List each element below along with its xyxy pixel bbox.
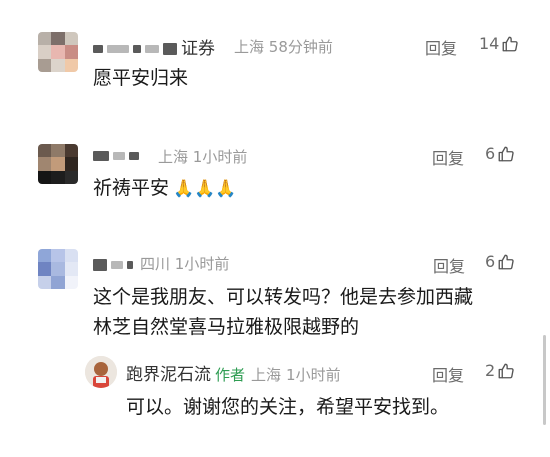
mosaic-cell — [38, 170, 52, 184]
thumbs-up-icon — [497, 253, 515, 271]
comment-content: 祈祷平安 🙏🙏🙏 — [93, 173, 237, 204]
mosaic-cell — [38, 249, 52, 263]
like-button[interactable]: 6 — [485, 252, 515, 271]
mosaic-cell — [38, 58, 52, 72]
commenter-name[interactable] — [93, 146, 143, 166]
reply-button[interactable]: 回复 — [432, 145, 464, 169]
mosaic-cell — [38, 144, 52, 158]
reply-location: 上海 — [251, 366, 282, 384]
comment-meta: 上海 58分钟前 — [234, 36, 333, 57]
avatar-mosaic — [38, 32, 78, 72]
comment-content: 这个是我朋友、可以转发吗？他是去参加西藏 林芝自然堂喜马拉雅极限越野的 — [93, 282, 473, 342]
mosaic-cell — [38, 32, 52, 46]
mosaic-cell — [38, 275, 52, 289]
mosaic-cell — [38, 262, 52, 276]
mosaic-cell — [64, 32, 78, 46]
author-name[interactable]: 跑界泥石流 — [126, 360, 211, 385]
comment-meta: 四川 1小时前 — [140, 253, 229, 274]
comment-location: 上海 — [234, 38, 265, 56]
reply-button[interactable]: 回复 — [433, 253, 465, 277]
comment-time: 58分钟前 — [268, 38, 333, 56]
avatar-mosaic — [38, 249, 78, 289]
like-count: 6 — [485, 144, 496, 163]
like-count: 6 — [485, 252, 496, 271]
mosaic-cell — [64, 58, 78, 72]
like-count: 14 — [479, 34, 500, 53]
author-avatar-image — [85, 356, 117, 388]
thumbs-up-icon — [497, 145, 515, 163]
mosaic-cell — [64, 45, 78, 59]
comment-location: 四川 — [140, 255, 171, 273]
comment-text: 祈祷平安 — [93, 177, 170, 199]
mosaic-cell — [51, 170, 65, 184]
commenter-name[interactable] — [93, 255, 137, 275]
mosaic-cell — [51, 275, 65, 289]
author-avatar[interactable] — [85, 356, 117, 388]
mosaic-cell — [64, 262, 78, 276]
thumbs-up-icon — [497, 362, 515, 380]
mosaic-cell — [51, 45, 65, 59]
reply-button[interactable]: 回复 — [425, 35, 457, 59]
mosaic-cell — [64, 144, 78, 158]
avatar[interactable] — [38, 144, 78, 184]
mosaic-cell — [38, 157, 52, 171]
thumbs-up-icon — [501, 35, 519, 53]
scrollbar[interactable] — [543, 335, 546, 425]
comment-time: 1小时前 — [174, 255, 230, 273]
mosaic-cell — [51, 144, 65, 158]
comment-text-line: 这个是我朋友、可以转发吗？他是去参加西藏 — [93, 286, 474, 308]
reply-time: 1小时前 — [286, 366, 341, 384]
mosaic-cell — [51, 32, 65, 46]
avatar[interactable] — [38, 32, 78, 72]
like-button[interactable]: 2 — [485, 361, 515, 380]
mosaic-cell — [51, 249, 65, 263]
comment-location: 上海 — [158, 148, 189, 166]
avatar[interactable] — [38, 249, 78, 289]
mosaic-cell — [64, 157, 78, 171]
avatar-mosaic — [38, 144, 78, 184]
commenter-name[interactable]: 证券 — [93, 34, 215, 59]
author-name-row: 跑界泥石流 作者 上海 1小时前 — [126, 360, 341, 385]
mosaic-cell — [38, 45, 52, 59]
comment-meta: 上海 1小时前 — [158, 146, 247, 167]
like-button[interactable]: 14 — [479, 34, 519, 53]
reply-content: 可以。谢谢您的关注，希望平安找到。 — [126, 396, 450, 418]
mosaic-cell — [64, 249, 78, 263]
author-badge: 作者 — [215, 366, 246, 384]
commenter-name-suffix: 证券 — [181, 39, 215, 59]
reply-button[interactable]: 回复 — [432, 362, 464, 386]
mosaic-cell — [51, 262, 65, 276]
pray-emoji: 🙏🙏🙏 — [173, 179, 237, 199]
mosaic-cell — [51, 157, 65, 171]
like-button[interactable]: 6 — [485, 144, 515, 163]
mosaic-cell — [51, 58, 65, 72]
comment-text-line: 林芝自然堂喜马拉雅极限越野的 — [93, 316, 360, 338]
like-count: 2 — [485, 361, 496, 380]
mosaic-cell — [64, 275, 78, 289]
comment-time: 1小时前 — [192, 148, 248, 166]
mosaic-cell — [64, 170, 78, 184]
comment-content: 愿平安归来 — [93, 67, 189, 89]
